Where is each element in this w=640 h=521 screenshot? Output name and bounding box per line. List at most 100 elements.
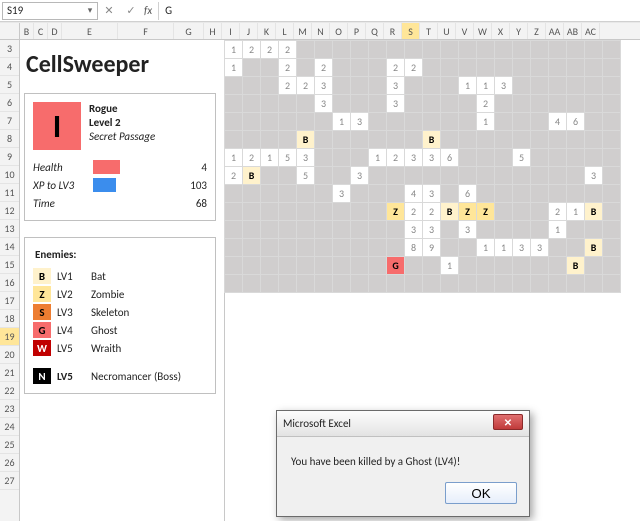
grid-cell[interactable] xyxy=(225,275,243,293)
grid-cell[interactable] xyxy=(279,185,297,203)
grid-cell[interactable]: B xyxy=(297,131,315,149)
col-header-I[interactable]: I xyxy=(222,23,240,39)
grid-cell[interactable] xyxy=(549,131,567,149)
grid-cell[interactable] xyxy=(279,239,297,257)
grid-cell[interactable] xyxy=(567,149,585,167)
grid-cell[interactable]: 3 xyxy=(405,221,423,239)
grid-cell[interactable]: 2 xyxy=(405,59,423,77)
grid-cell[interactable] xyxy=(387,167,405,185)
fx-icon[interactable]: fx xyxy=(142,4,158,17)
enter-icon[interactable]: ✓ xyxy=(120,4,142,17)
grid-cell[interactable] xyxy=(405,131,423,149)
row-header-25[interactable]: 25 xyxy=(0,436,19,454)
grid-cell[interactable] xyxy=(333,203,351,221)
grid-cell[interactable]: 3 xyxy=(513,239,531,257)
grid-cell[interactable] xyxy=(459,131,477,149)
grid-cell[interactable] xyxy=(333,77,351,95)
grid-cell[interactable] xyxy=(477,275,495,293)
grid-cell[interactable] xyxy=(441,95,459,113)
grid-cell[interactable] xyxy=(369,257,387,275)
col-header-H[interactable]: H xyxy=(204,23,222,39)
col-header-G[interactable]: G xyxy=(174,23,204,39)
grid-cell[interactable]: 1 xyxy=(225,41,243,59)
grid-cell[interactable] xyxy=(459,59,477,77)
grid-cell[interactable] xyxy=(477,167,495,185)
dialog-titlebar[interactable]: Microsoft Excel ✕ xyxy=(277,411,529,437)
grid-cell[interactable] xyxy=(297,257,315,275)
grid-cell[interactable] xyxy=(405,41,423,59)
grid-cell[interactable] xyxy=(513,131,531,149)
grid-cell[interactable]: 2 xyxy=(423,203,441,221)
grid-cell[interactable] xyxy=(459,275,477,293)
grid-cell[interactable] xyxy=(603,41,621,59)
grid-cell[interactable] xyxy=(261,77,279,95)
grid-cell[interactable] xyxy=(423,275,441,293)
col-header-M[interactable]: M xyxy=(294,23,312,39)
col-header-L[interactable]: L xyxy=(276,23,294,39)
grid-cell[interactable]: 6 xyxy=(441,149,459,167)
grid-cell[interactable] xyxy=(603,113,621,131)
grid-cell[interactable] xyxy=(585,113,603,131)
grid-cell[interactable]: 3 xyxy=(459,221,477,239)
grid-cell[interactable]: 4 xyxy=(405,185,423,203)
grid-cell[interactable] xyxy=(279,275,297,293)
grid-cell[interactable] xyxy=(549,77,567,95)
grid-cell[interactable] xyxy=(315,113,333,131)
grid-cell[interactable] xyxy=(405,77,423,95)
grid-cell[interactable] xyxy=(351,77,369,95)
grid-cell[interactable] xyxy=(549,149,567,167)
grid-cell[interactable]: 2 xyxy=(405,203,423,221)
grid-cell[interactable] xyxy=(369,41,387,59)
grid-cell[interactable] xyxy=(351,41,369,59)
grid-cell[interactable] xyxy=(333,41,351,59)
grid-cell[interactable] xyxy=(513,113,531,131)
grid-cell[interactable] xyxy=(441,275,459,293)
grid-cell[interactable] xyxy=(549,185,567,203)
row-header-21[interactable]: 21 xyxy=(0,364,19,382)
grid-cell[interactable] xyxy=(441,185,459,203)
grid-cell[interactable] xyxy=(261,185,279,203)
grid-cell[interactable] xyxy=(351,149,369,167)
row-header-24[interactable]: 24 xyxy=(0,418,19,436)
col-header-P[interactable]: P xyxy=(348,23,366,39)
name-box[interactable]: S19 ▾ xyxy=(2,2,98,20)
grid-cell[interactable] xyxy=(513,59,531,77)
grid-cell[interactable] xyxy=(549,239,567,257)
grid-cell[interactable] xyxy=(225,113,243,131)
grid-cell[interactable] xyxy=(603,95,621,113)
grid-cell[interactable] xyxy=(423,95,441,113)
grid-cell[interactable]: 5 xyxy=(279,149,297,167)
grid-cell[interactable] xyxy=(567,95,585,113)
grid-cell[interactable] xyxy=(243,221,261,239)
grid-cell[interactable] xyxy=(531,77,549,95)
grid-cell[interactable] xyxy=(315,203,333,221)
grid-cell[interactable]: 3 xyxy=(333,185,351,203)
col-header-W[interactable]: W xyxy=(474,23,492,39)
grid-cell[interactable] xyxy=(495,257,513,275)
grid-cell[interactable] xyxy=(567,167,585,185)
grid-cell[interactable] xyxy=(423,41,441,59)
grid-cell[interactable]: 1 xyxy=(477,113,495,131)
grid-cell[interactable]: 1 xyxy=(549,221,567,239)
grid-cell[interactable] xyxy=(495,113,513,131)
grid-cell[interactable]: 3 xyxy=(351,167,369,185)
grid-cell[interactable] xyxy=(423,77,441,95)
row-header-22[interactable]: 22 xyxy=(0,382,19,400)
grid-cell[interactable]: 5 xyxy=(513,149,531,167)
grid-cell[interactable] xyxy=(495,149,513,167)
grid-cell[interactable] xyxy=(369,59,387,77)
grid-cell[interactable] xyxy=(531,167,549,185)
grid-cell[interactable]: 1 xyxy=(261,149,279,167)
grid-cell[interactable] xyxy=(513,185,531,203)
grid-cell[interactable]: B xyxy=(441,203,459,221)
grid-cell[interactable]: 5 xyxy=(297,167,315,185)
col-header-O[interactable]: O xyxy=(330,23,348,39)
row-header-17[interactable]: 17 xyxy=(0,292,19,310)
grid-cell[interactable] xyxy=(459,239,477,257)
row-header-8[interactable]: 8 xyxy=(0,130,19,148)
grid-cell[interactable] xyxy=(297,59,315,77)
col-header-T[interactable]: T xyxy=(420,23,438,39)
grid-cell[interactable] xyxy=(531,113,549,131)
grid-cell[interactable] xyxy=(351,257,369,275)
col-header-U[interactable]: U xyxy=(438,23,456,39)
